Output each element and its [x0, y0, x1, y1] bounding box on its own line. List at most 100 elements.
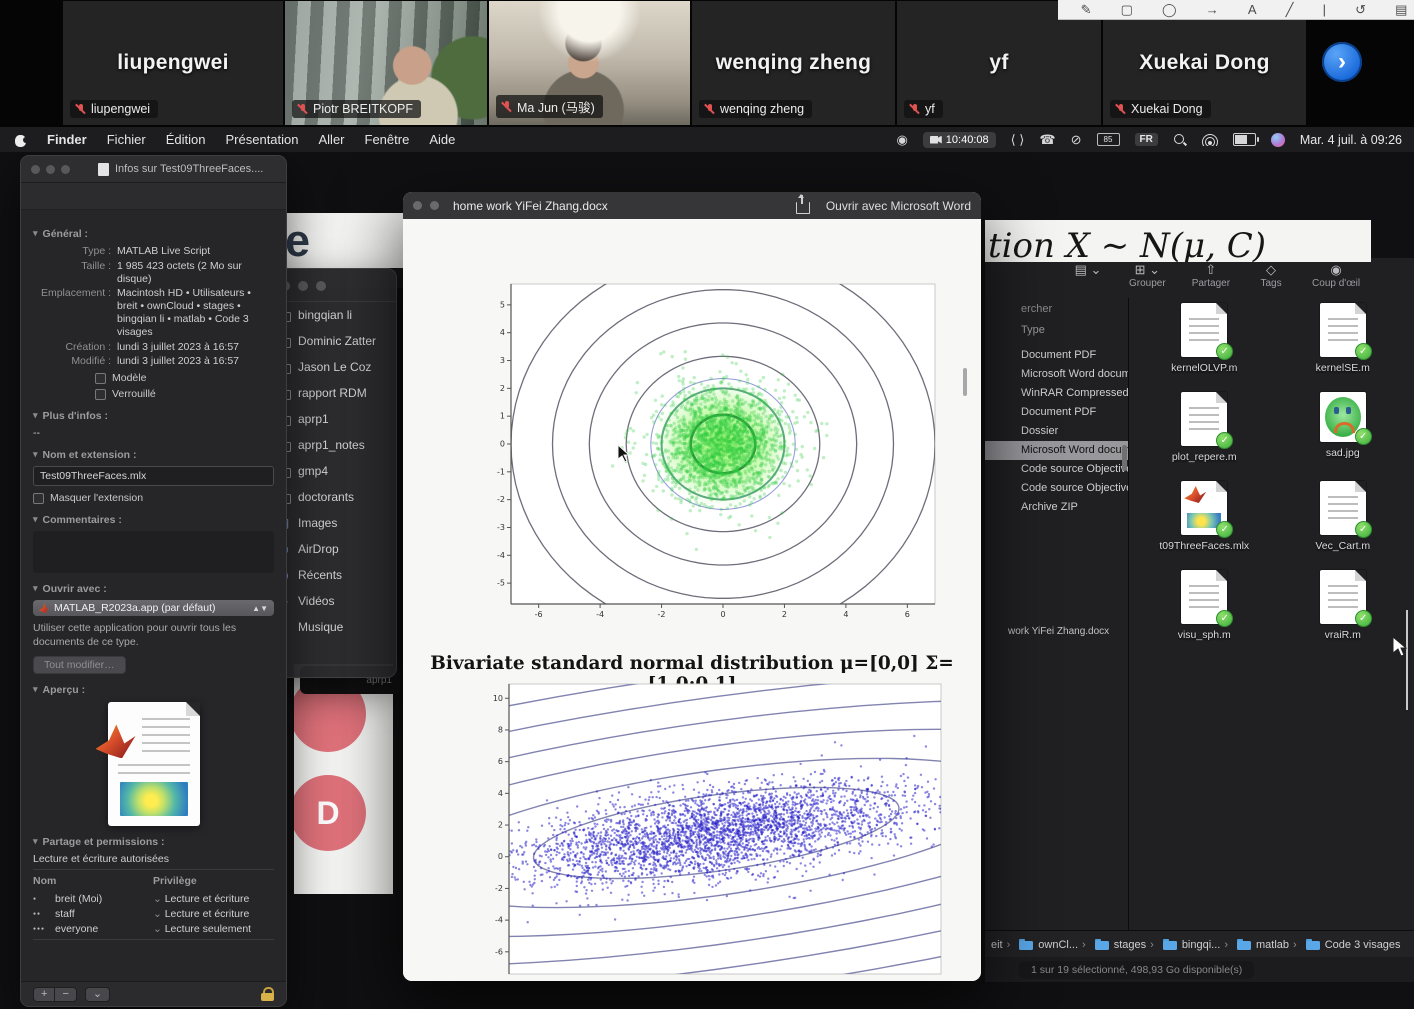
info-window-titlebar[interactable]: Infos sur Test09ThreeFaces.... [21, 156, 286, 183]
breadcrumb-item[interactable]: Code 3 visages [1293, 939, 1401, 951]
scrollbar[interactable] [963, 368, 967, 396]
checkbox[interactable] [95, 373, 106, 384]
screen-recording-badge[interactable]: 10:40:08 [923, 132, 996, 148]
group-icon[interactable]: ⊞ ⌄ Grouper [1129, 262, 1166, 289]
close-icon[interactable] [413, 201, 422, 210]
kernelSE.m[interactable]: ✓ kernelSE.m [1274, 303, 1413, 374]
zoom-icon[interactable] [61, 165, 70, 174]
section-open-with[interactable]: ▾ Ouvrir avec : [33, 583, 274, 595]
perm-privilege[interactable]: Lecture et écriture [153, 893, 249, 905]
hide-extension-row[interactable]: Masquer l'extension [33, 492, 274, 504]
share-icon[interactable]: ⇧ Partager [1192, 262, 1230, 289]
vraiR.m[interactable]: ✓ vraiR.m [1274, 570, 1413, 641]
menu-item[interactable]: Aide [429, 132, 455, 147]
section-name-extension[interactable]: ▾ Nom et extension : [33, 449, 274, 461]
type-row[interactable]: Code source Objective-C [985, 479, 1128, 498]
menu-item[interactable]: Fenêtre [365, 132, 410, 147]
ellipse-icon[interactable]: ◯ [1162, 0, 1177, 20]
next-participants-button[interactable]: › [1322, 42, 1362, 82]
undo-icon[interactable]: ↺ [1355, 0, 1366, 20]
breit (Moi)[interactable]: ● breit (Moi) Lecture et écriture [33, 891, 274, 906]
section-more-info[interactable]: ▾ Plus d'infos : [33, 410, 274, 422]
breadcrumb-item[interactable]: ownCl... [1007, 939, 1078, 951]
tags-icon[interactable]: ◇ Tags [1256, 262, 1286, 289]
visu_sph.m[interactable]: ✓ visu_sph.m [1135, 570, 1274, 641]
checkbox[interactable] [95, 389, 106, 400]
right-edge-scrollbar[interactable] [1406, 610, 1408, 710]
pen-icon[interactable]: ✎ [1081, 0, 1092, 20]
open-with-select[interactable]: MATLAB_R2023a.app (par défaut) ▲▼ [33, 600, 274, 616]
type-row[interactable]: Code source Objective-C [985, 460, 1128, 479]
type-row[interactable]: Microsoft Word documen [985, 365, 1128, 384]
arrow-icon[interactable]: → [1206, 0, 1219, 20]
Piotr BREITKOPF[interactable]: Piotr BREITKOPF Piotr BREITKOPF [285, 1, 487, 125]
menu-item[interactable]: Aller [319, 132, 345, 147]
divider[interactable]: | [1323, 0, 1326, 20]
menu-item[interactable]: Présentation [226, 132, 299, 147]
menu-item[interactable]: Fichier [107, 132, 146, 147]
kernelOLVP.m[interactable]: ✓ kernelOLVP.m [1135, 303, 1274, 374]
t09ThreeFaces.mlx[interactable]: ✓ t09ThreeFaces.mlx [1135, 481, 1274, 552]
plot_repere.m[interactable]: ✓ plot_repere.m [1135, 392, 1274, 463]
keyboard-input-icon[interactable]: FR [1135, 133, 1158, 146]
perm-privilege[interactable]: Lecture et écriture [153, 908, 249, 920]
liupengwei[interactable]: liupengwei liupengwei [63, 1, 283, 125]
checkbox[interactable] [33, 493, 44, 504]
wifi-icon[interactable] [1202, 134, 1218, 146]
type-row[interactable]: Document PDF [985, 403, 1128, 422]
code-brackets-icon[interactable]: ⟨ ⟩ [1011, 132, 1025, 148]
type-row[interactable]: WinRAR Compressed Arc [985, 384, 1128, 403]
breadcrumb-item[interactable]: matlab [1224, 939, 1289, 951]
battery-percent-icon[interactable]: 85 [1097, 133, 1120, 146]
quicklook-titlebar[interactable]: home work YiFei Zhang.docx Ouvrir avec M… [403, 192, 981, 219]
section-sharing[interactable]: ▾ Partage et permissions : [33, 836, 274, 848]
actions-dropdown[interactable]: ⌄ [85, 987, 110, 1002]
share-icon[interactable] [796, 202, 810, 214]
remove-button[interactable]: − [54, 988, 75, 1001]
staff[interactable]: ●● staff Lecture et écriture [33, 906, 274, 921]
close-icon[interactable] [31, 165, 40, 174]
filename-field[interactable]: Test09ThreeFaces.mlx [33, 466, 274, 486]
breadcrumb-item[interactable]: stages [1082, 939, 1146, 951]
wenqing zheng[interactable]: wenqing zheng wenqing zheng [692, 1, 895, 125]
type-row[interactable]: Archive ZIP [985, 498, 1128, 517]
checkbox-row[interactable]: Modèle [95, 372, 274, 384]
zoom-icon[interactable] [430, 201, 439, 210]
section-comments[interactable]: ▾ Commentaires : [33, 514, 274, 526]
type-row[interactable]: Microsoft Word documen [985, 441, 1128, 460]
section-preview[interactable]: ▾ Aperçu : [33, 684, 274, 696]
apple-logo-icon[interactable] [14, 133, 27, 147]
menu-item[interactable]: Édition [166, 132, 206, 147]
do-not-disturb-icon[interactable]: ⊘ [1071, 132, 1082, 148]
everyone[interactable]: ●●● everyone Lecture seulement [33, 921, 274, 936]
record-icon[interactable]: ◉ [896, 132, 907, 148]
spotlight-search-icon[interactable] [1173, 133, 1187, 147]
save-icon[interactable]: ▤ [1395, 0, 1407, 20]
Vec_Cart.m[interactable]: ✓ Vec_Cart.m [1274, 481, 1413, 552]
text-icon[interactable]: A [1248, 0, 1257, 20]
comments-box[interactable] [33, 531, 274, 573]
type-row[interactable]: Document PDF [985, 346, 1128, 365]
column-scrollbar[interactable] [1122, 445, 1127, 471]
add-button[interactable]: + [34, 988, 54, 1001]
perm-privilege[interactable]: Lecture seulement [153, 923, 251, 935]
checkbox-row[interactable]: Verrouillé [95, 388, 274, 400]
battery-icon[interactable] [1233, 133, 1256, 146]
menubar-clock[interactable]: Mar. 4 juil. à 09:26 [1300, 133, 1402, 147]
phone-icon[interactable]: ☎ [1039, 132, 1055, 148]
lock-icon[interactable] [261, 987, 274, 1001]
open-with-word-button[interactable]: Ouvrir avec Microsoft Word [826, 199, 971, 213]
rectangle-icon[interactable]: ▢ [1121, 0, 1133, 20]
breadcrumb-item[interactable]: eit [991, 939, 1003, 951]
sad.jpg[interactable]: ✓ sad.jpg [1274, 392, 1413, 463]
change-all-button[interactable]: Tout modifier… [33, 656, 126, 674]
list-view-icon[interactable]: ▤ ⌄ [1073, 262, 1103, 278]
Ma Jun (马骏)[interactable]: Ma Jun (马骏) Ma Jun (马骏) [489, 1, 690, 125]
minimize-icon[interactable] [46, 165, 55, 174]
menu-item[interactable]: Finder [47, 132, 87, 147]
quicklook-eye-icon[interactable]: ◉ Coup d'œil [1312, 262, 1360, 289]
section-general[interactable]: ▾ Général : [33, 228, 274, 240]
breadcrumb-item[interactable]: bingqi... [1150, 939, 1220, 951]
type-row[interactable]: Dossier [985, 422, 1128, 441]
add-remove-control[interactable]: +− [33, 987, 77, 1002]
